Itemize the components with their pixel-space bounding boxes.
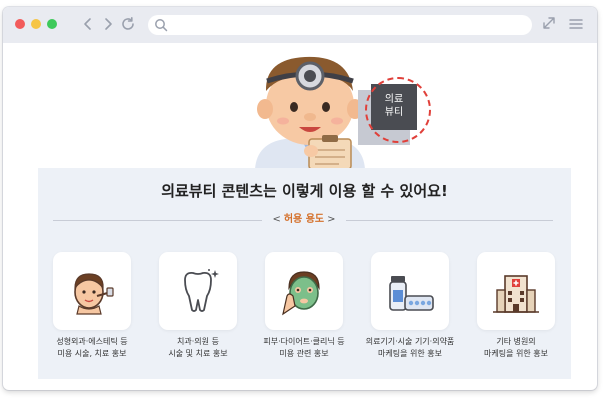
subtitle-bracket-left: <	[272, 214, 281, 225]
use-caption-5: 기타 병원의 마케팅을 위한 홍보	[463, 336, 569, 360]
use-card-skin-clinic	[265, 252, 343, 330]
caption-line-1: 기타 병원의	[496, 337, 536, 346]
use-card-plastic-surgery	[53, 252, 131, 330]
use-caption-1: 성형외과·에스테틱 등 미용 시술, 치료 홍보	[39, 336, 145, 360]
maximize-window-button[interactable]	[47, 19, 57, 29]
caption-line-2: 미용 시술, 치료 홍보	[57, 349, 127, 358]
caption-line-2: 미용 관련 홍보	[279, 349, 329, 358]
expand-icon[interactable]	[541, 15, 557, 31]
forward-arrow-icon[interactable]	[99, 15, 117, 33]
browser-window: 의료 뷰티 의료뷰티 콘텐츠는 이렇게 이용 할 수 있어요! < 허용 용도 >	[3, 7, 597, 390]
use-card-medical-devices	[371, 252, 449, 330]
caption-line-1: 성형외과·에스테틱 등	[56, 337, 128, 346]
use-caption-2: 치과·의원 등 시술 및 치료 홍보	[145, 336, 251, 360]
panel-headline: 의료뷰티 콘텐츠는 이렇게 이용 할 수 있어요!	[161, 182, 448, 200]
use-card-dental	[159, 252, 237, 330]
caption-line-1: 치과·의원 등	[177, 337, 219, 346]
close-window-button[interactable]	[15, 19, 25, 29]
use-card-hospital	[477, 252, 555, 330]
hospital-building-icon	[493, 275, 539, 313]
address-bar[interactable]	[148, 15, 532, 35]
tooth-icon	[184, 269, 219, 312]
minimize-window-button[interactable]	[31, 19, 41, 29]
subtitle-text: 허용 용도	[283, 214, 325, 225]
doctor-mascot-illustration	[255, 56, 365, 169]
face-mask-icon	[282, 271, 320, 316]
caption-line-1: 의료기기·시술 기기·의약품	[365, 337, 455, 346]
medical-supplies-icon	[389, 276, 434, 311]
usage-panel: 의료뷰티 콘텐츠는 이렇게 이용 할 수 있어요! < 허용 용도 > 성형외과…	[38, 168, 571, 379]
subtitle-bracket-right: >	[327, 214, 336, 225]
allowed-uses-label: < 허용 용도 >	[262, 212, 346, 228]
browser-toolbar	[3, 7, 597, 43]
hamburger-menu-icon[interactable]	[568, 16, 584, 32]
use-caption-4: 의료기기·시술 기기·의약품 마케팅을 위한 홍보	[357, 336, 463, 360]
caption-line-2: 마케팅을 위한 홍보	[378, 349, 442, 358]
face-surgery-icon	[74, 273, 114, 315]
caption-line-1: 피부·다이어트·클리닉 등	[263, 337, 345, 346]
caption-line-2: 마케팅을 위한 홍보	[484, 349, 548, 358]
caption-line-2: 시술 및 치료 홍보	[168, 349, 228, 358]
dashed-highlight-ring	[365, 77, 431, 143]
reload-icon[interactable]	[119, 15, 137, 33]
use-caption-3: 피부·다이어트·클리닉 등 미용 관련 홍보	[251, 336, 357, 360]
back-arrow-icon[interactable]	[79, 15, 97, 33]
